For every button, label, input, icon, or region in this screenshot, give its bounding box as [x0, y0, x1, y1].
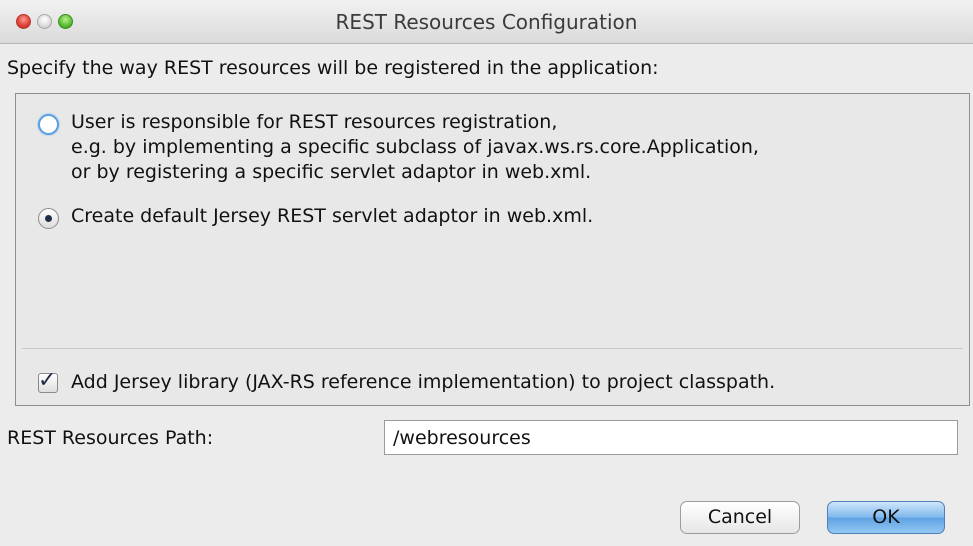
radio-user-responsible[interactable]	[38, 114, 59, 135]
window-title: REST Resources Configuration	[335, 10, 638, 34]
rest-path-input[interactable]	[384, 420, 958, 455]
group-divider	[22, 348, 963, 349]
checkmark-icon: ✓	[38, 368, 57, 393]
registration-options-group: User is responsible for REST resources r…	[15, 93, 970, 406]
option-line: User is responsible for REST resources r…	[71, 111, 558, 133]
option-create-default-adaptor-label[interactable]: Create default Jersey REST servlet adapt…	[71, 204, 593, 229]
rest-path-label: REST Resources Path:	[7, 427, 214, 449]
add-jersey-library-label[interactable]: Add Jersey library (JAX-RS reference imp…	[71, 371, 775, 393]
title-bar: REST Resources Configuration	[0, 0, 973, 44]
radio-selected-dot	[45, 215, 52, 222]
rest-resources-dialog: REST Resources Configuration Specify the…	[0, 0, 973, 546]
option-line: e.g. by implementing a specific subclass…	[71, 136, 759, 158]
instruction-text: Specify the way REST resources will be r…	[7, 57, 659, 79]
option-line: Create default Jersey REST servlet adapt…	[71, 205, 594, 227]
ok-button[interactable]: OK	[827, 501, 945, 534]
option-user-responsible-label[interactable]: User is responsible for REST resources r…	[71, 110, 759, 185]
option-line: or by registering a specific servlet ada…	[71, 161, 592, 183]
radio-create-default-adaptor[interactable]	[38, 208, 59, 229]
cancel-button[interactable]: Cancel	[680, 501, 800, 534]
add-jersey-library-checkbox[interactable]: ✓	[38, 368, 58, 393]
